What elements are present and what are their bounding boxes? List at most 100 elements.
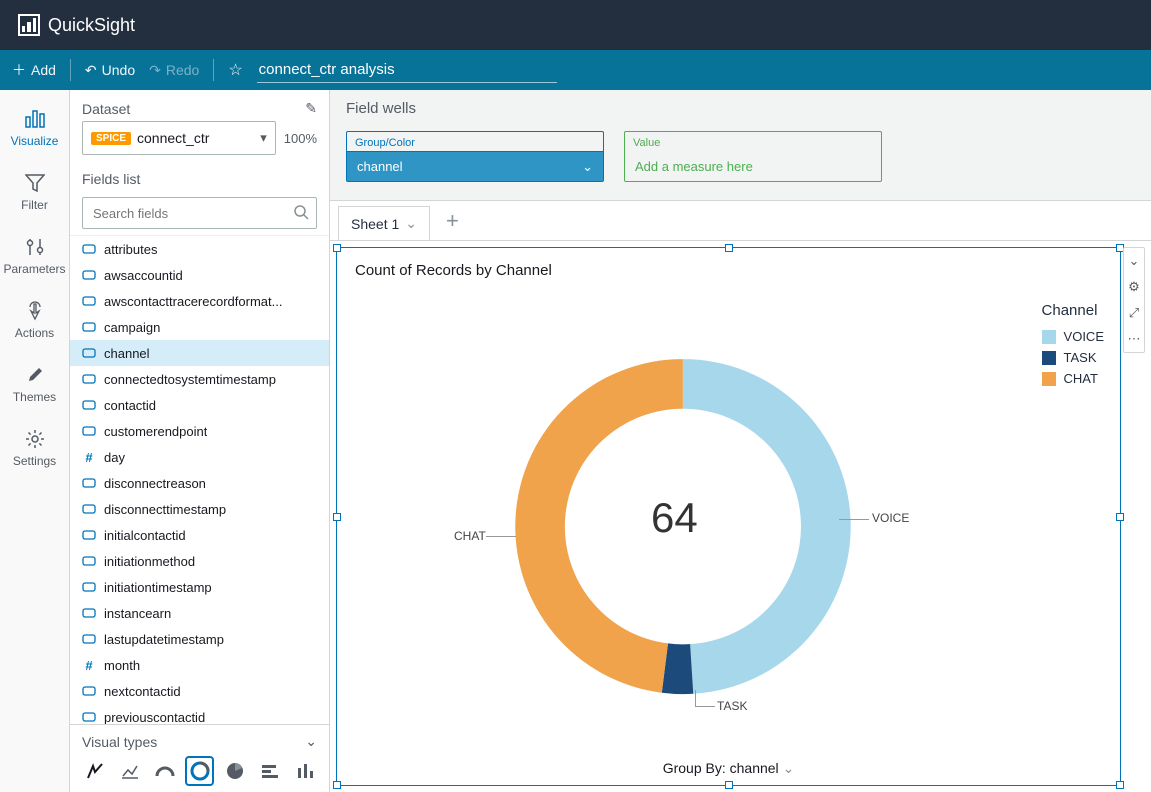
nav-rail: Visualize Filter Parameters Actions Them… bbox=[0, 90, 70, 792]
add-button[interactable]: ＋ Add bbox=[12, 60, 56, 80]
well-group-label: Group/Color bbox=[347, 132, 603, 151]
fields-list[interactable]: attributes awsaccountid awscontacttracerec… bbox=[70, 235, 329, 724]
undo-label: Undo bbox=[102, 62, 135, 78]
add-sheet-button[interactable]: + bbox=[438, 202, 467, 240]
vt-vbar[interactable] bbox=[292, 758, 317, 784]
edit-dataset-icon[interactable]: ✎ bbox=[305, 100, 317, 117]
sheet-tab-1[interactable]: Sheet 1 ⌄ bbox=[338, 206, 430, 240]
redo-button[interactable]: ↷ Redo bbox=[149, 62, 199, 79]
donut-chart bbox=[337, 288, 1120, 755]
visual-toolbar: ⌄ ⚙ ⤢ ⋯ bbox=[1123, 247, 1145, 353]
legend-item[interactable]: CHAT bbox=[1042, 371, 1104, 386]
dataset-percent: 100% bbox=[284, 131, 317, 146]
field-item[interactable]: connectedtosystemtimestamp bbox=[70, 366, 329, 392]
field-item[interactable]: lastupdatetimestamp bbox=[70, 626, 329, 652]
action-bar: ＋ Add ↶ Undo ↷ Redo ☆ bbox=[0, 50, 1151, 90]
bar-chart-icon bbox=[24, 108, 46, 130]
left-panel: Dataset ✎ SPICE connect_ctr ▾ 100% Field… bbox=[70, 90, 330, 792]
chevron-down-icon: ⌄ bbox=[783, 760, 795, 776]
dimension-icon bbox=[82, 685, 96, 697]
field-name: attributes bbox=[104, 242, 157, 257]
search-fields-input[interactable] bbox=[82, 197, 317, 229]
nav-themes[interactable]: Themes bbox=[0, 352, 69, 416]
dimension-icon bbox=[82, 399, 96, 411]
dataset-selector[interactable]: SPICE connect_ctr ▾ bbox=[82, 121, 276, 155]
dimension-icon bbox=[82, 373, 96, 385]
field-item[interactable]: awsaccountid bbox=[70, 262, 329, 288]
legend-item[interactable]: TASK bbox=[1042, 350, 1104, 365]
nav-filter[interactable]: Filter bbox=[0, 160, 69, 224]
maximize-icon[interactable]: ⤢ bbox=[1124, 300, 1144, 326]
field-name: awscontacttracerecordformat... bbox=[104, 294, 282, 309]
field-item[interactable]: channel bbox=[70, 340, 329, 366]
analysis-title-input[interactable] bbox=[257, 57, 557, 83]
tap-icon bbox=[24, 300, 46, 322]
field-item[interactable]: instancearn bbox=[70, 600, 329, 626]
field-name: channel bbox=[104, 346, 150, 361]
field-item[interactable]: attributes bbox=[70, 236, 329, 262]
well-value[interactable]: Value Add a measure here bbox=[624, 131, 882, 182]
search-icon bbox=[293, 204, 309, 223]
dimension-icon bbox=[82, 503, 96, 515]
field-item[interactable]: contactid bbox=[70, 392, 329, 418]
legend-item[interactable]: VOICE bbox=[1042, 329, 1104, 344]
field-item[interactable]: #month bbox=[70, 652, 329, 678]
format-gear-icon[interactable]: ⚙ bbox=[1124, 274, 1144, 300]
vt-autograph[interactable] bbox=[82, 758, 107, 784]
resize-handle[interactable] bbox=[1116, 781, 1124, 789]
field-item[interactable]: nextcontactid bbox=[70, 678, 329, 704]
resize-handle[interactable] bbox=[333, 781, 341, 789]
leader-line bbox=[695, 706, 715, 707]
resize-handle[interactable] bbox=[725, 781, 733, 789]
nav-parameters[interactable]: Parameters bbox=[0, 224, 69, 288]
vt-hbar[interactable] bbox=[257, 758, 282, 784]
chevron-down-icon[interactable]: ⌄ bbox=[582, 159, 593, 175]
expand-down-icon[interactable]: ⌄ bbox=[1124, 248, 1144, 274]
gear-icon bbox=[24, 428, 46, 450]
chevron-down-icon[interactable]: ⌄ bbox=[405, 215, 417, 232]
nav-label: Actions bbox=[15, 326, 54, 340]
legend-swatch bbox=[1042, 351, 1056, 365]
vt-pie[interactable] bbox=[222, 758, 247, 784]
field-item[interactable]: #day bbox=[70, 444, 329, 470]
well-value-label: Value bbox=[625, 132, 881, 151]
dimension-icon bbox=[82, 711, 96, 723]
field-name: lastupdatetimestamp bbox=[104, 632, 224, 647]
legend-title: Channel bbox=[1042, 302, 1104, 319]
sheet-canvas[interactable]: Count of Records by Channel Channel VOIC… bbox=[330, 241, 1151, 792]
vt-gauge[interactable] bbox=[152, 758, 177, 784]
field-item[interactable]: initiationmethod bbox=[70, 548, 329, 574]
sliders-icon bbox=[24, 236, 46, 258]
nav-actions[interactable]: Actions bbox=[0, 288, 69, 352]
field-name: day bbox=[104, 450, 125, 465]
add-label: Add bbox=[31, 62, 56, 78]
nav-settings[interactable]: Settings bbox=[0, 416, 69, 480]
vt-donut[interactable] bbox=[187, 758, 212, 784]
dimension-icon bbox=[82, 269, 96, 281]
field-item[interactable]: disconnecttimestamp bbox=[70, 496, 329, 522]
field-item[interactable]: initiationtimestamp bbox=[70, 574, 329, 600]
field-item[interactable]: campaign bbox=[70, 314, 329, 340]
undo-button[interactable]: ↶ Undo bbox=[85, 62, 135, 79]
slice-voice[interactable] bbox=[683, 359, 851, 694]
field-item[interactable]: initialcontactid bbox=[70, 522, 329, 548]
well-group-color[interactable]: Group/Color channel ⌄ bbox=[346, 131, 604, 182]
field-item[interactable]: awscontacttracerecordformat... bbox=[70, 288, 329, 314]
collapse-icon[interactable]: ⌄ bbox=[305, 733, 317, 750]
legend-swatch bbox=[1042, 372, 1056, 386]
chevron-down-icon: ▾ bbox=[260, 130, 267, 146]
favorite-toggle[interactable]: ☆ bbox=[228, 60, 242, 80]
nav-label: Themes bbox=[13, 390, 56, 404]
field-name: disconnectreason bbox=[104, 476, 206, 491]
more-dots-icon[interactable]: ⋯ bbox=[1124, 326, 1144, 352]
vt-kpi[interactable] bbox=[117, 758, 142, 784]
nav-visualize[interactable]: Visualize bbox=[0, 96, 69, 160]
dimension-icon bbox=[82, 581, 96, 593]
visual-frame[interactable]: Count of Records by Channel Channel VOIC… bbox=[336, 247, 1121, 786]
field-item[interactable]: previouscontactid bbox=[70, 704, 329, 724]
field-item[interactable]: customerendpoint bbox=[70, 418, 329, 444]
field-item[interactable]: disconnectreason bbox=[70, 470, 329, 496]
resize-handle[interactable] bbox=[333, 244, 341, 252]
group-by-label[interactable]: Group By: channel ⌄ bbox=[337, 760, 1120, 777]
resize-handle[interactable] bbox=[725, 244, 733, 252]
